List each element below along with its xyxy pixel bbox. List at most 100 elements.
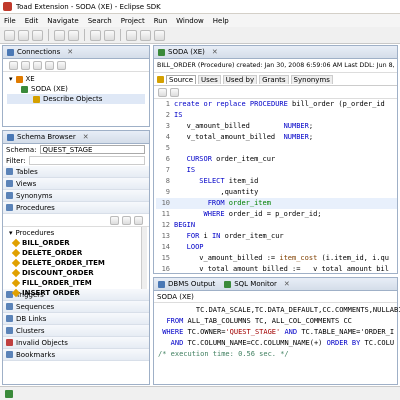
- save-icon[interactable]: [18, 29, 29, 41]
- new-icon[interactable]: [4, 29, 15, 41]
- category-invalid-objects[interactable]: Invalid Objects: [3, 337, 149, 349]
- code-text: BEGIN: [174, 221, 196, 229]
- output-line: /* execution time: 0.56 sec. */: [158, 350, 289, 358]
- new-connection-icon[interactable]: [9, 60, 18, 70]
- output-line: AND TC.COLUMN_NAME=CC.COLUMN_NAME(+) ORD…: [170, 339, 395, 347]
- category-views[interactable]: Views: [3, 178, 149, 190]
- line-number: 14: [161, 243, 170, 251]
- close-icon[interactable]: ✕: [67, 48, 73, 56]
- menu-window[interactable]: Window: [176, 17, 204, 25]
- procedures-header[interactable]: ▾ Procedures: [3, 228, 149, 238]
- line-number: 4: [165, 133, 170, 141]
- menu-project[interactable]: Project: [121, 17, 145, 25]
- category-procedures[interactable]: Procedures: [3, 202, 149, 214]
- tree-item-soda[interactable]: SODA (XE): [7, 84, 145, 94]
- status-bar: [0, 386, 400, 400]
- line-number: 12: [161, 221, 170, 229]
- disconnect-icon[interactable]: [33, 60, 42, 70]
- menu-file[interactable]: File: [4, 17, 16, 25]
- category-bookmarks[interactable]: Bookmarks: [3, 349, 149, 361]
- tab-used-by[interactable]: Used by: [222, 74, 258, 84]
- collapse-icon[interactable]: ▾: [9, 75, 13, 83]
- code-editor[interactable]: 1 create or replace PROCEDURE bill_order …: [154, 99, 397, 271]
- connect-icon[interactable]: [21, 60, 30, 70]
- tab-uses[interactable]: Uses: [198, 74, 221, 84]
- category-tables[interactable]: Tables: [3, 166, 149, 178]
- list-item[interactable]: FILL_ORDER_ITEM: [3, 278, 149, 288]
- forward-icon[interactable]: [154, 29, 165, 41]
- line-number: 13: [161, 232, 170, 240]
- code-line: 12 BEGIN: [156, 220, 397, 231]
- editor-tab[interactable]: SODA (XE) ✕: [154, 46, 397, 59]
- back-icon[interactable]: [140, 29, 151, 41]
- star-icon[interactable]: [110, 215, 119, 225]
- run-icon[interactable]: [68, 29, 79, 41]
- object-header: BILL_ORDER (Procedure) created: Jan 30, …: [154, 59, 397, 73]
- print-icon[interactable]: [32, 29, 43, 41]
- code-line: 5: [156, 143, 397, 154]
- invalid-icon: [6, 339, 13, 346]
- category-db-links[interactable]: DB Links: [3, 313, 149, 325]
- menu-navigate[interactable]: Navigate: [47, 17, 78, 25]
- schema-browser-panel: Schema Browser ✕ Schema: QUEST_STAGE Fil…: [2, 130, 150, 385]
- output-line: TC.DATA_SCALE,TC.DATA_DEFAULT,CC.COMMENT…: [158, 306, 400, 314]
- schema-browser-tab[interactable]: Schema Browser ✕: [3, 131, 149, 144]
- close-icon[interactable]: ✕: [83, 133, 89, 141]
- category-sequences[interactable]: Sequences: [3, 301, 149, 313]
- list-item[interactable]: DISCOUNT_ORDER: [3, 268, 149, 278]
- code-text: IS: [174, 111, 183, 119]
- tab-dbms-output[interactable]: DBMS Output: [168, 280, 215, 288]
- tab-source[interactable]: Source: [166, 74, 197, 84]
- code-line: 14 LOOP: [156, 242, 397, 253]
- list-item[interactable]: DELETE_ORDER_ITEM: [3, 258, 149, 268]
- menu-help[interactable]: Help: [213, 17, 229, 25]
- code-line: 15 v_amount_billed := item_cost (i.item_…: [156, 253, 397, 264]
- format-icon[interactable]: [170, 87, 179, 97]
- close-icon[interactable]: ✕: [212, 48, 218, 56]
- annotation-icon[interactable]: [126, 29, 137, 41]
- line-number: 1: [165, 100, 170, 108]
- compile-icon[interactable]: [158, 87, 167, 97]
- view-icon: [6, 180, 13, 187]
- category-clusters[interactable]: Clusters: [3, 325, 149, 337]
- code-text: ,quantity: [174, 188, 259, 196]
- category-synonyms[interactable]: Synonyms: [3, 190, 149, 202]
- procedure-icon: [11, 278, 21, 288]
- scrollbar[interactable]: [141, 227, 147, 289]
- menu-edit[interactable]: Edit: [25, 17, 39, 25]
- list-item[interactable]: DELETE_ORDER: [3, 248, 149, 258]
- close-icon[interactable]: ✕: [284, 280, 290, 288]
- describe-icon: [33, 95, 40, 103]
- tree-item-describe-objects[interactable]: Describe Objects: [7, 94, 145, 104]
- sequence-icon: [6, 303, 13, 310]
- debug-icon[interactable]: [54, 29, 65, 41]
- procedure-icon: [11, 288, 21, 298]
- menu-search[interactable]: Search: [88, 17, 112, 25]
- procedure-icon: [11, 248, 21, 258]
- refresh-icon[interactable]: [45, 60, 54, 70]
- connection-icon: [158, 48, 165, 56]
- tab-grants[interactable]: Grants: [259, 74, 289, 84]
- collapse-icon[interactable]: ▾: [9, 229, 13, 237]
- line-number: 3: [165, 122, 170, 130]
- console-icon: [158, 280, 165, 288]
- code-text: FROM order_item: [207, 199, 271, 207]
- list-item[interactable]: INSERT ORDER: [3, 288, 149, 298]
- tab-sql-monitor[interactable]: SQL Monitor: [234, 280, 277, 288]
- menu-run[interactable]: Run: [154, 17, 167, 25]
- refresh-icon[interactable]: [134, 215, 143, 225]
- synonym-icon: [6, 192, 13, 199]
- tab-synonyms[interactable]: Synonyms: [290, 74, 333, 84]
- wrench-icon[interactable]: [104, 29, 115, 41]
- filter-icon[interactable]: [57, 60, 66, 70]
- schema-dropdown[interactable]: QUEST_STAGE: [39, 145, 145, 154]
- line-number: 2: [165, 111, 170, 119]
- list-item[interactable]: BILL_ORDER: [3, 238, 149, 248]
- procedure-icon: [6, 204, 13, 211]
- tree-item-xe[interactable]: ▾ XE: [7, 74, 145, 84]
- connections-tab[interactable]: Connections ✕: [3, 46, 149, 59]
- edit-icon[interactable]: [122, 215, 131, 225]
- line-number: 9: [165, 188, 170, 196]
- filter-input[interactable]: [28, 156, 145, 165]
- search-icon[interactable]: [90, 29, 101, 41]
